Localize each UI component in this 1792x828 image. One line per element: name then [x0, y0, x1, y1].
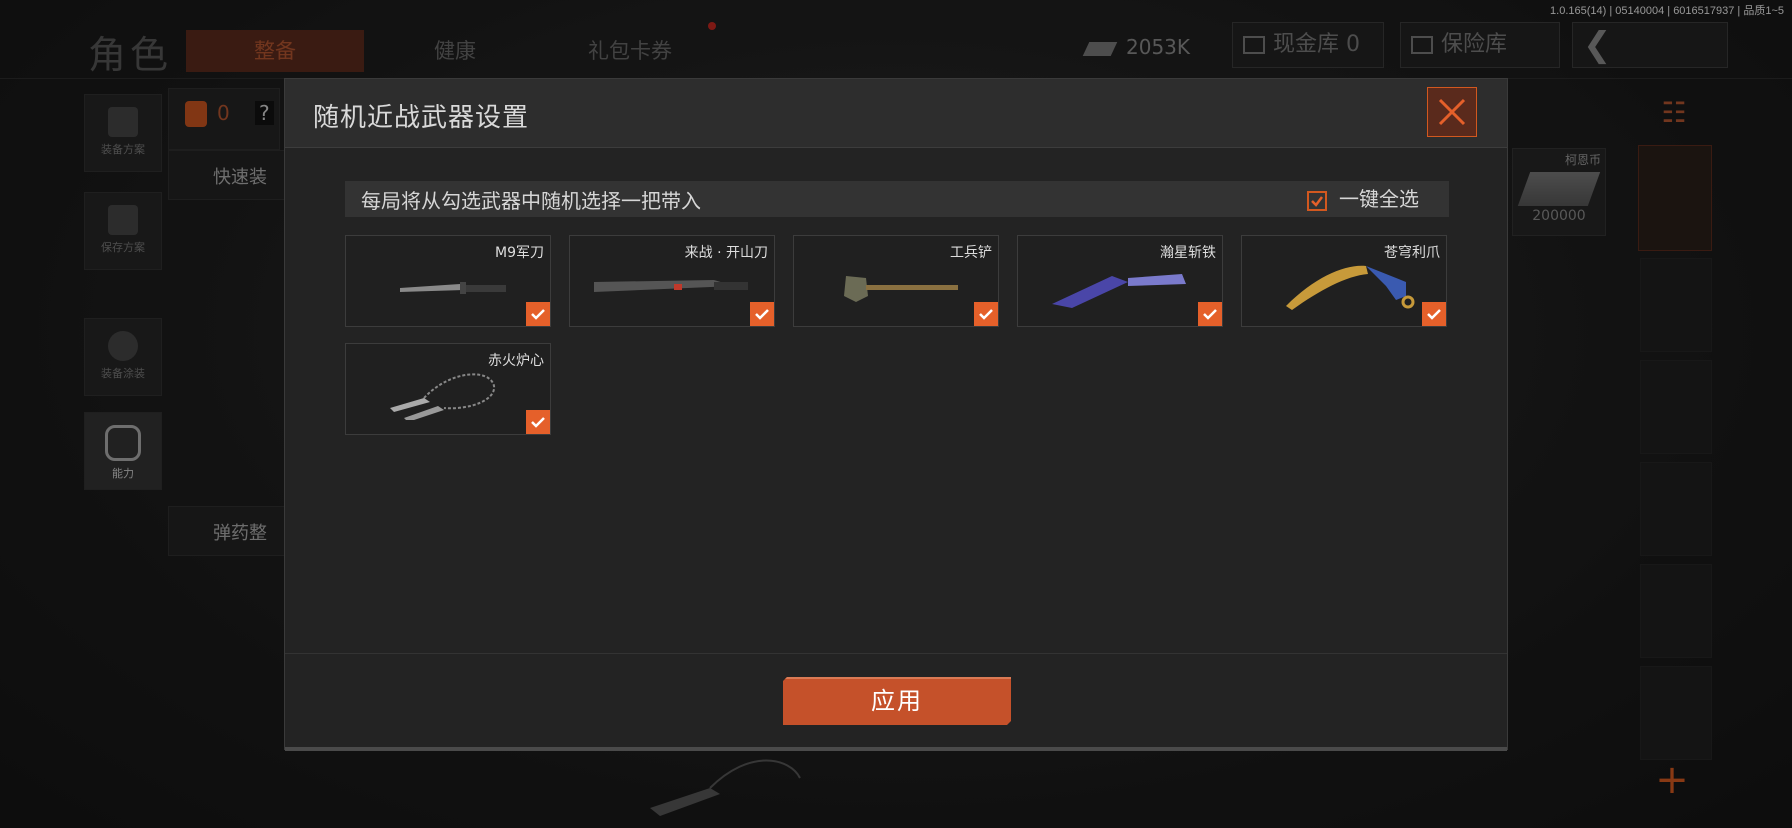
select-all-label: 一键全选 — [1339, 187, 1419, 211]
instruction-bar: 每局将从勾选武器中随机选择一把带入 一键全选 — [345, 181, 1449, 217]
footer-divider — [285, 653, 1507, 654]
weapon-card[interactable]: 苍穹利爪 — [1241, 235, 1447, 327]
check-icon — [531, 309, 545, 320]
weapon-card[interactable]: 赤火炉心 — [345, 343, 551, 435]
weapon-checkbox[interactable] — [526, 410, 550, 434]
check-icon — [1311, 195, 1323, 207]
weapon-checkbox[interactable] — [750, 302, 774, 326]
check-icon — [755, 309, 769, 320]
close-icon — [1438, 98, 1466, 126]
karambit-icon — [1286, 265, 1415, 310]
machete-icon — [594, 280, 748, 292]
tanto-knife-icon — [1052, 274, 1186, 308]
chain-daggers-icon — [390, 373, 496, 420]
dialog-title: 随机近战武器设置 — [313, 103, 530, 133]
weapon-card[interactable]: 工兵铲 — [793, 235, 999, 327]
random-melee-settings-dialog: 随机近战武器设置 每局将从勾选武器中随机选择一把带入 一键全选 M9军刀 来战 … — [284, 78, 1508, 751]
select-all-toggle[interactable]: 一键全选 — [1307, 185, 1419, 213]
instruction-text: 每局将从勾选武器中随机选择一把带入 — [361, 189, 701, 213]
bayonet-icon — [400, 282, 506, 294]
weapon-checkbox[interactable] — [526, 302, 550, 326]
dialog-header: 随机近战武器设置 — [285, 79, 1507, 148]
shovel-icon — [844, 276, 958, 302]
apply-button[interactable]: 应用 — [783, 677, 1011, 725]
check-icon — [1427, 309, 1441, 320]
select-all-checkbox[interactable] — [1307, 190, 1327, 211]
weapon-checkbox[interactable] — [1198, 302, 1222, 326]
check-icon — [1203, 309, 1217, 320]
weapon-checkbox[interactable] — [1422, 302, 1446, 326]
close-button[interactable] — [1427, 87, 1477, 137]
weapon-card[interactable]: 来战 · 开山刀 — [569, 235, 775, 327]
weapon-checkbox[interactable] — [974, 302, 998, 326]
dialog-bottom-edge — [285, 747, 1507, 751]
weapon-card[interactable]: 瀚星斩铁 — [1017, 235, 1223, 327]
check-icon — [531, 417, 545, 428]
weapon-card[interactable]: M9军刀 — [345, 235, 551, 327]
check-icon — [979, 309, 993, 320]
